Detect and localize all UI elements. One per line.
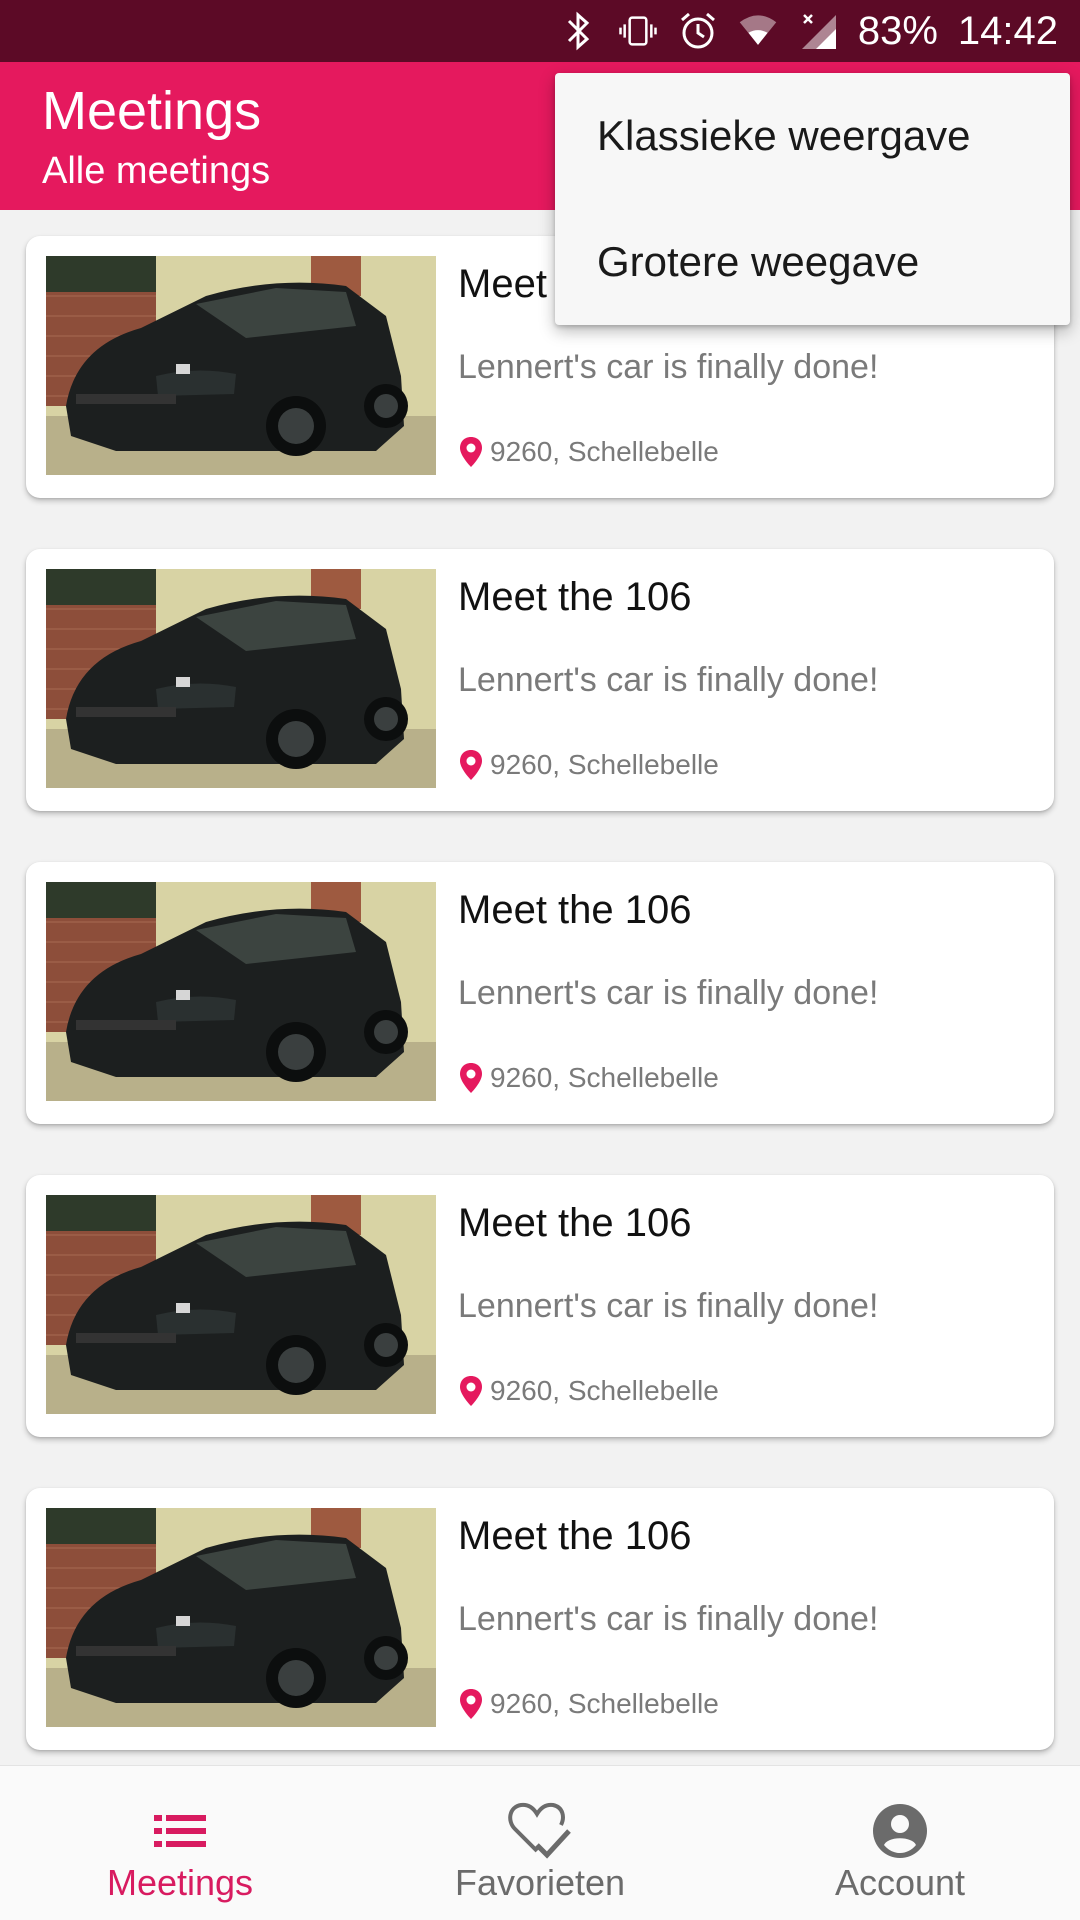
heart-check-icon bbox=[505, 1796, 575, 1866]
list-icon bbox=[145, 1796, 215, 1866]
account-icon bbox=[865, 1796, 935, 1866]
meeting-card[interactable]: Meet the 106 Lennert's car is finally do… bbox=[26, 1175, 1054, 1437]
meeting-description: Lennert's car is finally done! bbox=[458, 974, 879, 1012]
meeting-image bbox=[46, 882, 436, 1101]
nav-account-label: Account bbox=[834, 1862, 966, 1903]
meeting-location-text: 9260, Schellebelle bbox=[490, 749, 719, 780]
location-pin-icon bbox=[458, 1375, 484, 1407]
bottom-navigation: Meetings Favorieten Account bbox=[0, 1765, 1080, 1920]
meeting-location: 9260, Schellebelle bbox=[458, 1062, 719, 1094]
meeting-location: 9260, Schellebelle bbox=[458, 1375, 719, 1407]
meeting-location-text: 9260, Schellebelle bbox=[490, 1375, 719, 1406]
meeting-card[interactable]: Meet the 106 Lennert's car is finally do… bbox=[26, 1488, 1054, 1750]
bluetooth-icon bbox=[558, 11, 598, 51]
meeting-location-text: 9260, Schellebelle bbox=[490, 1688, 719, 1719]
meeting-image bbox=[46, 1195, 436, 1414]
meeting-description: Lennert's car is finally done! bbox=[458, 661, 879, 699]
clock: 14:42 bbox=[957, 9, 1058, 53]
meeting-title: Meet the 106 bbox=[458, 1201, 692, 1245]
nav-favorites-label: Favorieten bbox=[454, 1862, 626, 1903]
location-pin-icon bbox=[458, 436, 484, 468]
meeting-location: 9260, Schellebelle bbox=[458, 1688, 719, 1720]
status-bar: 83% 14:42 bbox=[0, 0, 1080, 62]
meeting-title: Meet the 106 bbox=[458, 888, 692, 932]
view-options-menu: Klassieke weergave Grotere weegave bbox=[555, 73, 1070, 325]
meeting-description: Lennert's car is finally done! bbox=[458, 348, 879, 386]
wifi-icon bbox=[738, 11, 778, 51]
nav-meetings[interactable]: Meetings bbox=[0, 1766, 360, 1920]
battery-percentage: 83% bbox=[857, 9, 938, 53]
page-title: Meetings bbox=[42, 81, 262, 141]
meeting-location-text: 9260, Schellebelle bbox=[490, 1062, 719, 1093]
meeting-title: Meet the 106 bbox=[458, 575, 692, 619]
meeting-image bbox=[46, 256, 436, 475]
page-subtitle: Alle meetings bbox=[42, 150, 271, 192]
vibrate-icon bbox=[618, 11, 658, 51]
meeting-image bbox=[46, 1508, 436, 1727]
signal-icon bbox=[798, 11, 838, 51]
location-pin-icon bbox=[458, 749, 484, 781]
meeting-card[interactable]: Meet the 106 Lennert's car is finally do… bbox=[26, 862, 1054, 1124]
meeting-location-text: 9260, Schellebelle bbox=[490, 436, 719, 467]
menu-item-larger-view[interactable]: Grotere weegave bbox=[555, 199, 1070, 325]
location-pin-icon bbox=[458, 1688, 484, 1720]
location-pin-icon bbox=[458, 1062, 484, 1094]
meetings-list[interactable]: Meet the 106 Lennert's car is finally do… bbox=[0, 210, 1080, 1765]
meeting-description: Lennert's car is finally done! bbox=[458, 1600, 879, 1638]
nav-meetings-label: Meetings bbox=[106, 1862, 254, 1903]
menu-item-classic-view[interactable]: Klassieke weergave bbox=[555, 73, 1070, 199]
meeting-description: Lennert's car is finally done! bbox=[458, 1287, 879, 1325]
meeting-card[interactable]: Meet the 106 Lennert's car is finally do… bbox=[26, 549, 1054, 811]
alarm-icon bbox=[678, 11, 718, 51]
nav-favorites[interactable]: Favorieten bbox=[360, 1766, 720, 1920]
meeting-title: Meet the 106 bbox=[458, 1514, 692, 1558]
meeting-location: 9260, Schellebelle bbox=[458, 749, 719, 781]
meeting-image bbox=[46, 569, 436, 788]
meeting-location: 9260, Schellebelle bbox=[458, 436, 719, 468]
nav-account[interactable]: Account bbox=[720, 1766, 1080, 1920]
